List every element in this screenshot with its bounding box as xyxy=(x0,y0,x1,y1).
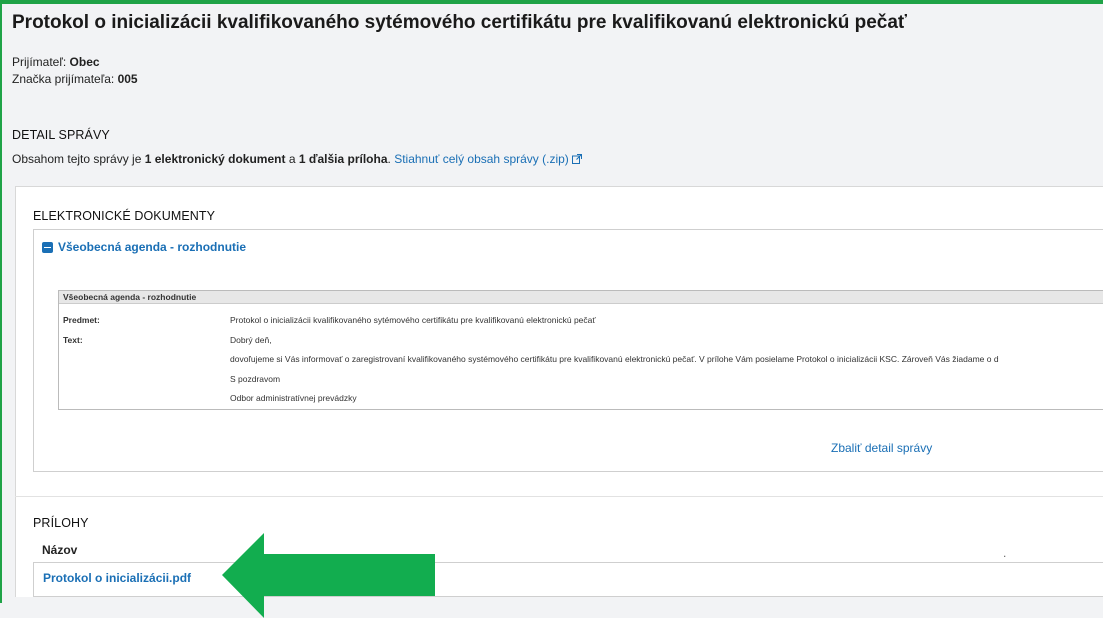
annotation-arrow-icon xyxy=(222,533,435,618)
text-line: S pozdravom xyxy=(230,374,281,384)
section-divider xyxy=(15,496,1103,497)
message-detail-heading: DETAIL SPRÁVY xyxy=(12,128,110,142)
message-summary: Obsahom tejto správy je 1 elektronický d… xyxy=(12,152,582,166)
text-line: dovoľujeme si Vás informovať o zaregistr… xyxy=(230,354,999,364)
summary-docs-count: 1 elektronický dokument xyxy=(144,152,286,166)
text-line: Dobrý deň, xyxy=(230,335,272,345)
left-accent-bar xyxy=(0,0,2,603)
subject-value: Protokol o inicializácii kvalifikovaného… xyxy=(230,315,596,325)
recipient-label: Prijímateľ: xyxy=(12,55,67,69)
recipient-line: Prijímateľ: Obec xyxy=(12,55,100,69)
attachments-column-name: Názov xyxy=(42,543,78,557)
summary-attachments-count: 1 ďalšia príloha xyxy=(298,152,388,166)
recipient-code-value: 005 xyxy=(117,72,138,86)
subject-label: Predmet: xyxy=(63,315,100,325)
text-label: Text: xyxy=(63,335,83,345)
document-toggle[interactable]: Všeobecná agenda - rozhodnutie xyxy=(42,240,246,254)
recipient-code-line: Značka prijímateľa: 005 xyxy=(12,72,138,86)
top-accent-bar xyxy=(0,0,1103,4)
document-title: Všeobecná agenda - rozhodnutie xyxy=(58,240,247,254)
electronic-documents-heading: ELEKTRONICKÉ DOKUMENTY xyxy=(33,209,216,223)
text-line: Odbor administratívnej prevádzky xyxy=(230,393,357,403)
collapse-detail-link[interactable]: Zbaliť detail správy xyxy=(831,441,932,455)
recipient-value: Obec xyxy=(69,55,100,69)
inner-table-header: Všeobecná agenda - rozhodnutie xyxy=(59,291,1103,304)
collapse-minus-icon[interactable] xyxy=(42,241,53,253)
attachments-column-dot: . xyxy=(1003,546,1007,560)
attachments-heading: PRÍLOHY xyxy=(33,516,89,530)
summary-suffix: . xyxy=(387,152,391,166)
recipient-code-label: Značka prijímateľa: xyxy=(12,72,115,86)
download-zip-label: Stiahnuť celý obsah správy (.zip) xyxy=(394,152,569,166)
summary-and: a xyxy=(288,152,296,166)
external-link-icon xyxy=(571,154,582,164)
attachment-file-link[interactable]: Protokol o inicializácii.pdf xyxy=(43,571,191,585)
page-title: Protokol o inicializácii kvalifikovaného… xyxy=(12,12,908,33)
attachment-row xyxy=(33,562,1103,597)
summary-prefix: Obsahom tejto správy je xyxy=(12,152,142,166)
document-content-table: Všeobecná agenda - rozhodnutie Predmet: … xyxy=(58,290,1103,410)
download-zip-link[interactable]: Stiahnuť celý obsah správy (.zip) xyxy=(394,152,582,166)
